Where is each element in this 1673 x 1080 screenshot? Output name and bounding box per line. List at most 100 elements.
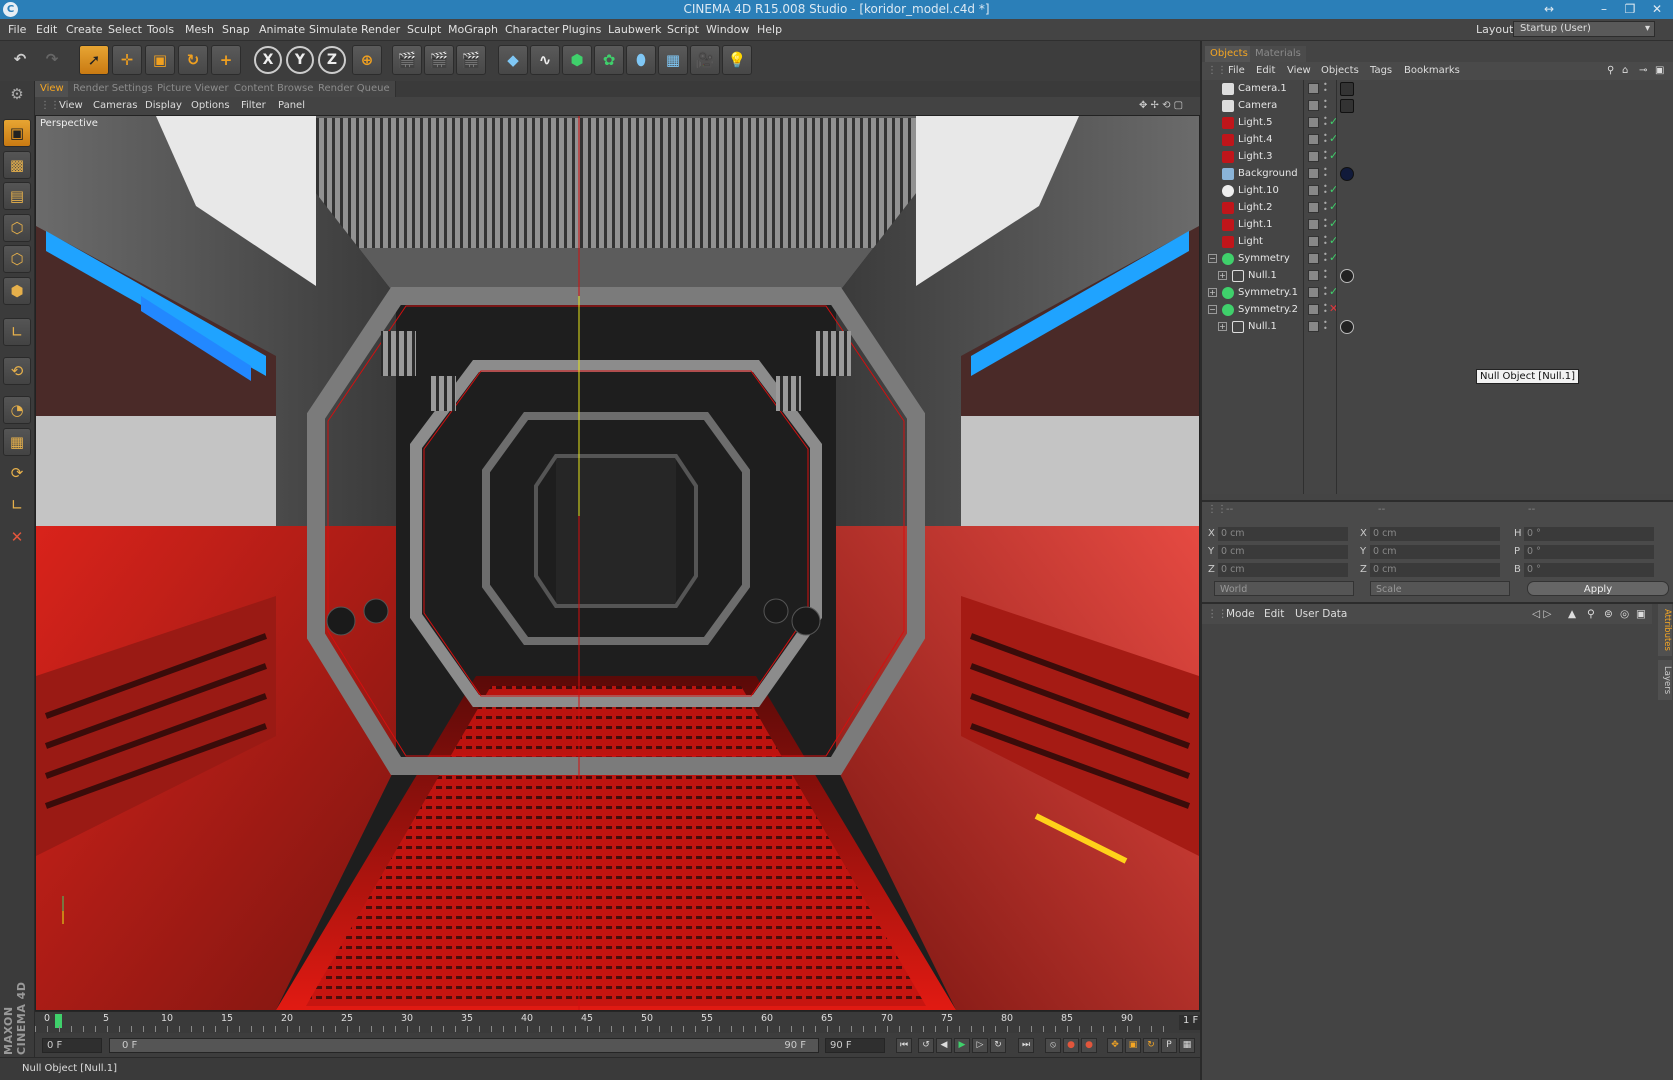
timeline-ruler[interactable]: 0 5 10 15 20 25 30 35 40 45 50 55 60 65 … bbox=[35, 1011, 1234, 1033]
texture-mode-button[interactable]: ▩ bbox=[3, 151, 31, 179]
object-row-symmetry[interactable]: − Symmetry • • ✓ bbox=[1202, 250, 1673, 268]
select-tool-button[interactable]: ➚ bbox=[79, 45, 109, 75]
object-row-light-10[interactable]: Light.10 • • ✓ bbox=[1202, 182, 1673, 200]
pos-z-field[interactable]: 0 cm bbox=[1218, 563, 1348, 577]
rotate-tool-button[interactable]: ↻ bbox=[178, 45, 208, 75]
render-view-icon[interactable]: 🎬 bbox=[392, 45, 422, 75]
up-arrow-icon[interactable]: ▲ bbox=[1568, 608, 1576, 620]
object-row-camera-1[interactable]: Camera.1 • • bbox=[1202, 80, 1673, 98]
viewport-navigation-icons[interactable]: ✥ ✢ ⟲ ▢ bbox=[1139, 100, 1183, 111]
menu-window[interactable]: Window bbox=[706, 23, 749, 36]
menu-sculpt[interactable]: Sculpt bbox=[407, 23, 441, 36]
3d-viewport[interactable] bbox=[35, 115, 1200, 1011]
viewport-menu-cameras[interactable]: Cameras bbox=[93, 100, 137, 111]
undo-icon[interactable]: ↶ bbox=[6, 45, 34, 75]
subdivision-surface-icon[interactable]: ⬢ bbox=[562, 45, 592, 75]
protection-tag-icon[interactable] bbox=[1340, 99, 1354, 113]
menu-select[interactable]: Select bbox=[108, 23, 142, 36]
edges-mode-button[interactable]: ⬡ bbox=[3, 245, 31, 273]
model-mode-button[interactable]: ▣ bbox=[3, 119, 31, 147]
editor-visibility-icon[interactable] bbox=[1308, 287, 1319, 298]
key-pla-icon[interactable]: ▦ bbox=[1179, 1038, 1195, 1053]
render-visibility-dots[interactable]: • • bbox=[1323, 81, 1329, 95]
menu-mesh[interactable]: Mesh bbox=[185, 23, 214, 36]
object-row-background[interactable]: Background • • bbox=[1202, 165, 1673, 183]
menu-render[interactable]: Render bbox=[361, 23, 400, 36]
render-visibility-dots[interactable]: • • bbox=[1323, 319, 1329, 333]
menu-snap[interactable]: Snap bbox=[222, 23, 250, 36]
tab-render-settings[interactable]: Render Settings bbox=[68, 81, 159, 97]
object-row-light-3[interactable]: Light.3 • • ✓ bbox=[1202, 148, 1673, 166]
minimize-button[interactable]: – bbox=[1591, 0, 1617, 19]
menu-script[interactable]: Script bbox=[667, 23, 699, 36]
record-active-icon[interactable]: ● bbox=[1063, 1038, 1079, 1053]
editor-visibility-icon[interactable] bbox=[1308, 321, 1319, 332]
viewport-menu-options[interactable]: Options bbox=[191, 100, 230, 111]
editor-visibility-icon[interactable] bbox=[1308, 202, 1319, 213]
tab-content-browser[interactable]: Content Browser bbox=[229, 81, 324, 97]
menu-edit[interactable]: Edit bbox=[36, 23, 57, 36]
motion-record-icon[interactable]: ⦸ bbox=[1045, 1038, 1061, 1053]
points-mode-button[interactable]: ⬡ bbox=[3, 214, 31, 242]
make-editable-icon[interactable]: ⚙ bbox=[3, 81, 31, 109]
key-scale-icon[interactable]: ▣ bbox=[1125, 1038, 1141, 1053]
maximize-button[interactable]: ❐ bbox=[1617, 0, 1643, 19]
workplane-lock-button[interactable]: ▦ bbox=[3, 428, 31, 456]
y-axis-button[interactable]: Y bbox=[286, 46, 314, 74]
editor-visibility-icon[interactable] bbox=[1308, 83, 1319, 94]
compositing-tag-icon[interactable] bbox=[1340, 320, 1354, 334]
lock-icon[interactable]: ⊜ bbox=[1604, 608, 1613, 620]
rot-p-field[interactable]: 0 ° bbox=[1524, 545, 1654, 559]
tab-attributes[interactable]: Attributes bbox=[1658, 604, 1672, 656]
x-axis-button[interactable]: X bbox=[254, 46, 282, 74]
floor-icon[interactable]: ▦ bbox=[658, 45, 688, 75]
attr-menu-user-data[interactable]: User Data bbox=[1295, 608, 1347, 620]
expand-icon[interactable]: + bbox=[1208, 288, 1217, 297]
menu-laubwerk[interactable]: Laubwerk bbox=[608, 23, 661, 36]
go-to-start-icon[interactable]: ⏮ bbox=[896, 1038, 912, 1053]
object-row-light-2[interactable]: Light.2 • • ✓ bbox=[1202, 199, 1673, 217]
search-icon[interactable]: ⚲ bbox=[1607, 65, 1614, 76]
viewport-menu-display[interactable]: Display bbox=[145, 100, 182, 111]
size-x-field[interactable]: 0 cm bbox=[1370, 527, 1500, 541]
rot-b-field[interactable]: 0 ° bbox=[1524, 563, 1654, 577]
camera-icon[interactable]: 🎥 bbox=[690, 45, 720, 75]
z-axis-button[interactable]: Z bbox=[318, 46, 346, 74]
om-menu-bookmarks[interactable]: Bookmarks bbox=[1404, 65, 1460, 76]
om-menu-file[interactable]: File bbox=[1228, 65, 1245, 76]
key-position-icon[interactable]: ✥ bbox=[1107, 1038, 1123, 1053]
target-icon[interactable]: ◎ bbox=[1620, 608, 1629, 620]
om-menu-edit[interactable]: Edit bbox=[1256, 65, 1275, 76]
menu-help[interactable]: Help bbox=[757, 23, 782, 36]
play-forward-icon[interactable]: ▶ bbox=[954, 1038, 970, 1053]
coordinate-system-icon[interactable]: ⊕ bbox=[352, 45, 382, 75]
menu-mograph[interactable]: MoGraph bbox=[448, 23, 498, 36]
size-y-field[interactable]: 0 cm bbox=[1370, 545, 1500, 559]
object-row-light-5[interactable]: Light.5 • • ✓ bbox=[1202, 114, 1673, 132]
restore-arrows-icon[interactable]: ↔ bbox=[1536, 0, 1562, 19]
object-row-null-1[interactable]: + Null.1 • • bbox=[1202, 267, 1673, 285]
editor-visibility-icon[interactable] bbox=[1308, 185, 1319, 196]
scale-tool-button[interactable]: ▣ bbox=[145, 45, 175, 75]
object-row-light-1[interactable]: Light.1 • • ✓ bbox=[1202, 216, 1673, 234]
spline-pen-icon[interactable]: ∿ bbox=[530, 45, 560, 75]
start-frame-field[interactable]: 0 F bbox=[42, 1038, 102, 1053]
om-menu-view[interactable]: View bbox=[1287, 65, 1311, 76]
viewport-menu-panel[interactable]: Panel bbox=[278, 100, 305, 111]
render-visibility-dots[interactable]: • • bbox=[1323, 268, 1329, 282]
editor-visibility-icon[interactable] bbox=[1308, 253, 1319, 264]
menu-simulate[interactable]: Simulate bbox=[309, 23, 358, 36]
editor-visibility-icon[interactable] bbox=[1308, 117, 1319, 128]
menu-tools[interactable]: Tools bbox=[147, 23, 174, 36]
editor-visibility-icon[interactable] bbox=[1308, 168, 1319, 179]
expand-icon[interactable]: + bbox=[1218, 322, 1227, 331]
editor-visibility-icon[interactable] bbox=[1308, 270, 1319, 281]
protection-tag-icon[interactable] bbox=[1340, 82, 1354, 96]
size-mode-select[interactable]: Scale bbox=[1370, 581, 1510, 596]
redo-icon[interactable]: ↷ bbox=[38, 45, 66, 75]
tab-layers[interactable]: Layers bbox=[1658, 660, 1672, 700]
navigation-arrows-icon[interactable]: ◁ ▷ bbox=[1532, 608, 1552, 620]
attr-menu-mode[interactable]: Mode bbox=[1226, 608, 1255, 620]
editor-visibility-icon[interactable] bbox=[1308, 151, 1319, 162]
object-row-light-4[interactable]: Light.4 • • ✓ bbox=[1202, 131, 1673, 149]
